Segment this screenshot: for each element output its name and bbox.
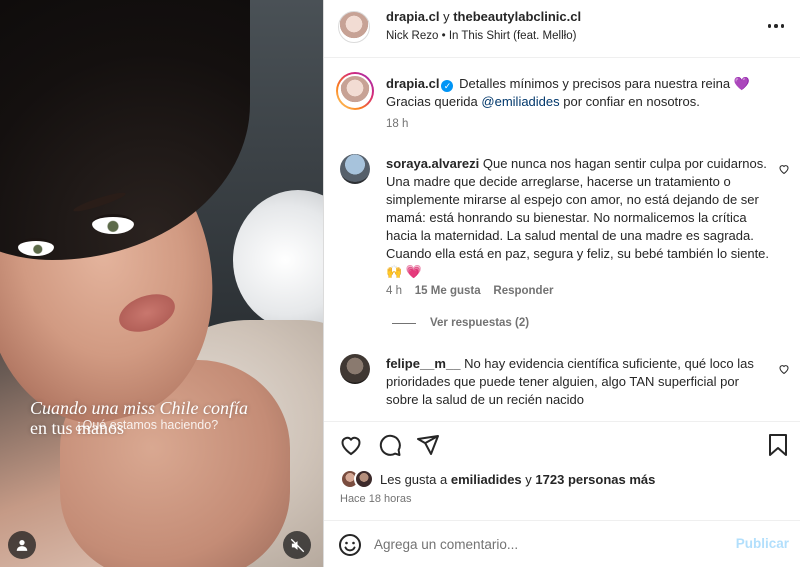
- likes-text: Les gusta a emiliadides y 1723 personas …: [380, 472, 655, 487]
- comment-body: Que nunca nos hagan sentir culpa por cui…: [386, 156, 770, 279]
- save-icon[interactable]: [767, 433, 789, 457]
- replies-divider: [392, 322, 416, 324]
- likes-summary: Les gusta a emiliadides y 1723 personas …: [340, 469, 655, 489]
- media-overlay-subtitle: ¿Qué estamos haciendo?: [75, 418, 219, 432]
- caption-time[interactable]: 18 h: [386, 118, 408, 130]
- collaborators-join: y: [443, 9, 450, 24]
- comment-composer: Publicar: [324, 520, 800, 567]
- caption-username-link[interactable]: drapia.cl: [386, 76, 439, 91]
- audio-track-link[interactable]: Nick Rezo • In This Shirt (feat. Mellło): [386, 30, 576, 42]
- post-header: drapia.cl y thebeautylabclinic.cl Nick R…: [324, 0, 800, 58]
- comment-username-link[interactable]: felipe__m__: [386, 356, 460, 371]
- comment-text: soraya.alvarezi Que nunca nos hagan sent…: [386, 155, 774, 281]
- comment-username-link[interactable]: soraya.alvarezi: [386, 156, 479, 171]
- caption-mention-link[interactable]: @emiliadides: [481, 94, 559, 109]
- caption-body-3: por confiar en nosotros.: [563, 94, 700, 109]
- author-username-link[interactable]: drapia.cl: [386, 9, 439, 24]
- emoji-icon[interactable]: [338, 533, 362, 557]
- post-side-panel: drapia.cl y thebeautylabclinic.cl Nick R…: [323, 0, 800, 567]
- author-avatar[interactable]: [338, 11, 370, 43]
- view-replies-button[interactable]: Ver respuestas (2): [392, 317, 529, 329]
- share-icon[interactable]: [416, 433, 440, 457]
- more-icon: [774, 24, 778, 28]
- caption-text: drapia.cl ✓ Detalles mínimos y precisos p…: [386, 75, 786, 111]
- media-eye-left: [18, 238, 54, 256]
- comment-time[interactable]: 4 h: [386, 285, 402, 297]
- collaborator-username-link[interactable]: thebeautylabclinic.cl: [453, 9, 581, 24]
- likes-join: y: [525, 471, 532, 487]
- comment-reply-button[interactable]: Responder: [493, 285, 553, 297]
- caption-author-avatar[interactable]: [336, 72, 374, 110]
- muted-audio-icon: [290, 538, 304, 552]
- heart-icon[interactable]: [339, 433, 363, 457]
- tagged-users-button[interactable]: [8, 531, 36, 559]
- comment-likes-link[interactable]: 15 Me gusta: [415, 285, 481, 297]
- heart-icon[interactable]: [778, 163, 790, 175]
- media-eye-right: [92, 214, 134, 234]
- comment-meta: 4 h 15 Me gusta Responder: [386, 285, 553, 297]
- user-tag-icon: [16, 540, 28, 551]
- collaborators-title: drapia.cl y thebeautylabclinic.cl: [386, 9, 581, 24]
- post-modal: Cuando una miss Chile confía en tus mano…: [0, 0, 800, 567]
- post-actions: Les gusta a emiliadides y 1723 personas …: [324, 421, 800, 531]
- post-media-video[interactable]: Cuando una miss Chile confía en tus mano…: [0, 0, 323, 567]
- comment-avatar[interactable]: [340, 354, 370, 384]
- more-icon: [767, 24, 772, 28]
- comment-text: felipe__m__ No hay evidencia científica …: [386, 355, 774, 409]
- likes-count-link[interactable]: 1723 personas más: [535, 472, 655, 487]
- comment-avatar[interactable]: [340, 154, 370, 184]
- post-comment-button[interactable]: Publicar: [736, 536, 789, 551]
- caption-body-2: Gracias querida: [386, 94, 478, 109]
- more-icon: [780, 24, 785, 28]
- caption-body-1: Detalles mínimos y precisos para nuestra…: [459, 76, 750, 91]
- post-timestamp[interactable]: Hace 18 horas: [340, 493, 412, 505]
- liker-avatar[interactable]: [354, 469, 374, 489]
- comment-input[interactable]: [374, 529, 714, 559]
- more-options-button[interactable]: [765, 16, 787, 36]
- audio-toggle-button[interactable]: [283, 531, 311, 559]
- comment-icon[interactable]: [378, 433, 402, 457]
- likes-prefix: Les gusta a: [380, 471, 448, 487]
- overlay-line-1: Cuando una miss Chile confía: [30, 398, 249, 418]
- view-replies-label: Ver respuestas (2): [430, 317, 530, 329]
- likes-user-link[interactable]: emiliadides: [451, 472, 522, 487]
- heart-icon[interactable]: [778, 363, 790, 375]
- verified-badge-icon: ✓: [441, 80, 454, 92]
